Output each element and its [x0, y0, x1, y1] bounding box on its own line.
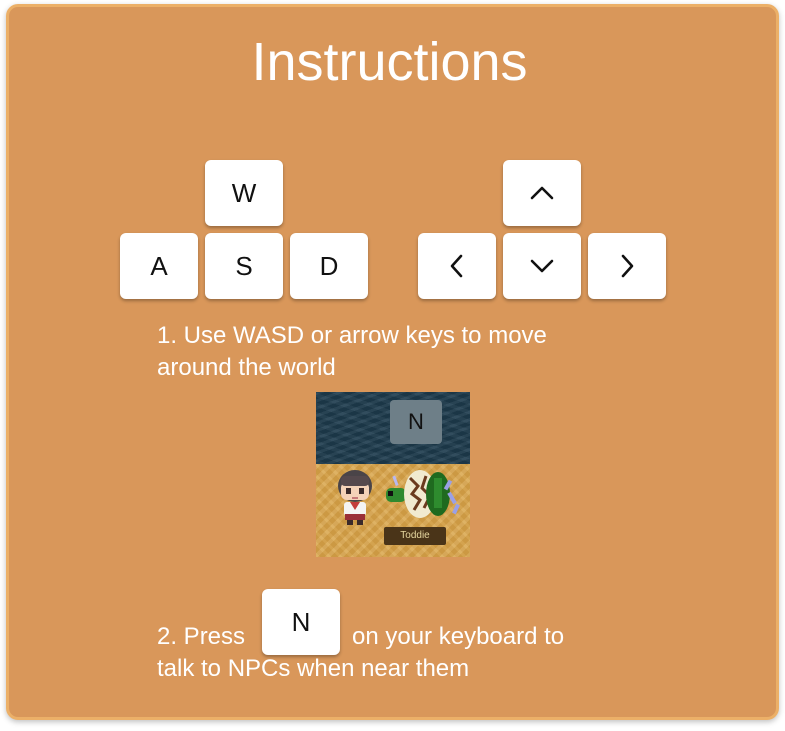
page-title: Instructions	[251, 32, 528, 92]
step1-line2: around the world	[157, 354, 336, 381]
key-d: D	[290, 233, 368, 299]
chevron-up-icon	[530, 186, 554, 200]
key-arrow-right	[588, 233, 666, 299]
key-arrow-down	[503, 233, 581, 299]
step2-suffix: on your keyboard to	[352, 623, 565, 650]
npc-name-tag: Toddie	[384, 527, 446, 545]
chevron-right-icon	[621, 254, 634, 278]
step2-prefix: 2. Press	[157, 623, 246, 650]
key-w: W	[205, 160, 283, 226]
step1-line1: 1. Use WASD or arrow keys to move	[157, 322, 547, 349]
chevron-down-icon	[530, 259, 554, 273]
scene-key-prompt: N	[390, 400, 442, 444]
chevron-left-icon	[450, 254, 463, 278]
key-s: S	[205, 233, 283, 299]
instructions-panel	[6, 4, 779, 720]
step2-line2: talk to NPCs when near them	[157, 655, 470, 682]
key-arrow-up	[503, 160, 581, 226]
key-arrow-left	[418, 233, 496, 299]
key-a: A	[120, 233, 198, 299]
npc-turtle-icon	[386, 470, 460, 518]
game-scene-illustration: N Toddie	[316, 392, 470, 557]
player-character-icon	[338, 470, 372, 525]
key-n: N	[262, 589, 340, 655]
